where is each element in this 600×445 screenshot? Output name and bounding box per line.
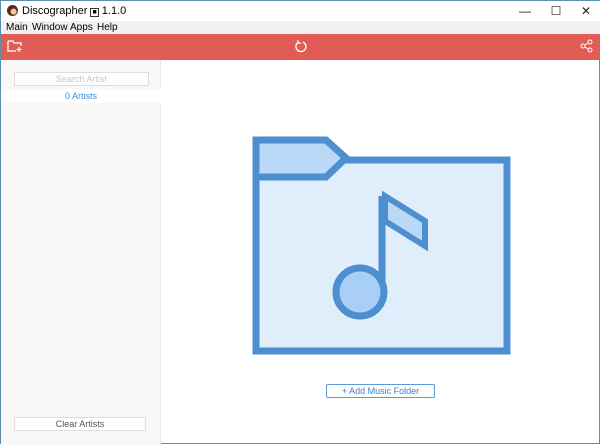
maximize-button[interactable]: ☐ <box>541 4 571 18</box>
app-version: 1.1.0 <box>101 5 127 17</box>
menu-main[interactable]: Main <box>6 22 28 33</box>
sidebar: Search Artist 0 Artists Clear Artists <box>1 60 161 445</box>
close-button[interactable]: ✕ <box>571 4 600 18</box>
minimize-button[interactable]: — <box>510 4 540 18</box>
pin-icon: ■ <box>90 8 99 17</box>
add-music-folder-button[interactable]: + Add Music Folder <box>326 384 435 398</box>
title-bar: Discographer ■ 1.1.0 — ☐ ✕ <box>1 1 600 21</box>
artist-count: 0 Artists <box>1 89 161 103</box>
menu-help[interactable]: Help <box>97 22 118 33</box>
menu-window[interactable]: Window <box>32 22 68 33</box>
add-folder-icon[interactable] <box>7 39 23 53</box>
menu-bar: Main Window Apps Help <box>1 21 600 34</box>
app-title: Discographer <box>22 5 88 17</box>
menu-apps[interactable]: Apps <box>70 22 93 33</box>
search-artist-input[interactable]: Search Artist <box>14 72 149 86</box>
toolbar <box>1 34 600 60</box>
app-logo-icon <box>7 5 18 16</box>
share-icon[interactable] <box>580 39 594 53</box>
refresh-icon[interactable] <box>294 39 308 54</box>
music-folder-illustration-icon <box>252 136 511 355</box>
clear-artists-button[interactable]: Clear Artists <box>14 417 146 431</box>
